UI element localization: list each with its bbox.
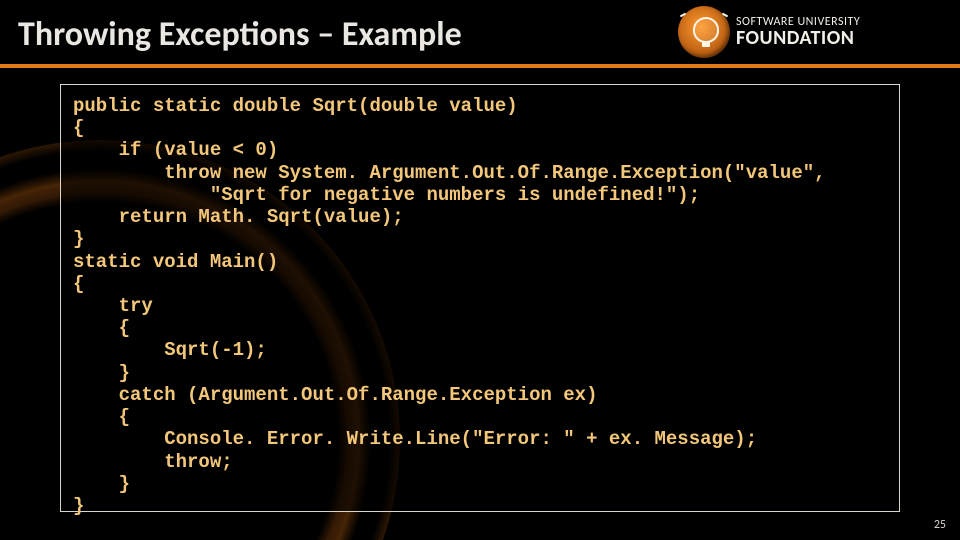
code-line: throw; — [73, 451, 233, 473]
code-line: Console. Error. Write.Line("Error: " + e… — [73, 428, 757, 450]
code-line: return Math. Sqrt(value); — [73, 206, 404, 228]
code-line: { — [73, 117, 84, 139]
code-line: static void Main() — [73, 251, 278, 273]
code-line: if (value < 0) — [73, 139, 278, 161]
code-box: public static double Sqrt(double value) … — [60, 84, 900, 512]
brand-name: SOFTWARE UNIVERSITY FOUNDATION — [736, 16, 860, 48]
code-line: } — [73, 495, 84, 517]
code-line: public static double Sqrt(double value) — [73, 95, 518, 117]
code-line: "Sqrt for negative numbers is undefined!… — [73, 184, 700, 206]
title-underline — [0, 64, 960, 68]
code-line: { — [73, 273, 84, 295]
brand-logo: SOFTWARE UNIVERSITY FOUNDATION — [678, 2, 948, 62]
code-line: { — [73, 317, 130, 339]
lightbulb-icon — [678, 6, 730, 58]
page-number: 25 — [934, 518, 946, 532]
code-line: { — [73, 406, 130, 428]
code-line: catch (Argument.Out.Of.Range.Exception e… — [73, 384, 598, 406]
code-line: throw new System. Argument.Out.Of.Range.… — [73, 162, 826, 184]
code-line: } — [73, 362, 130, 384]
code-line: } — [73, 473, 130, 495]
slide-title: Throwing Exceptions – Example — [18, 14, 462, 55]
code-block: public static double Sqrt(double value) … — [73, 95, 887, 517]
brand-line2: FOUNDATION — [736, 28, 860, 48]
code-line: } — [73, 228, 84, 250]
code-line: try — [73, 295, 153, 317]
code-line: Sqrt(-1); — [73, 339, 267, 361]
